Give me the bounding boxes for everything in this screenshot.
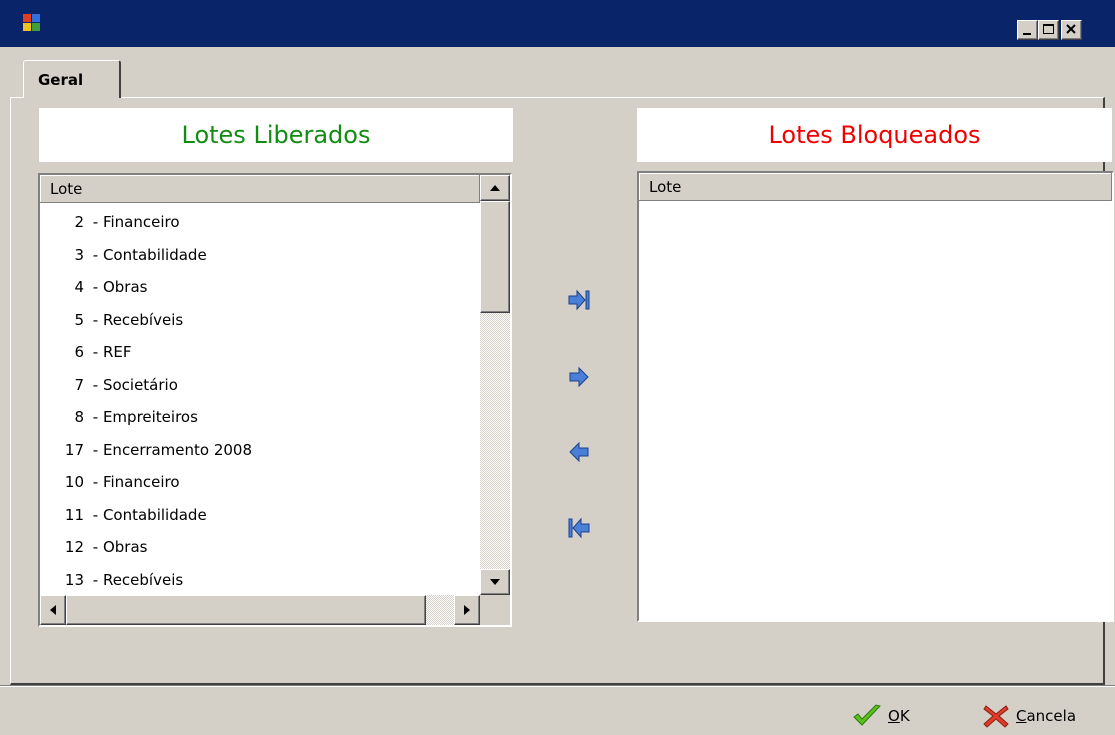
arrow-left-icon (50, 605, 56, 615)
cancel-x-icon (983, 705, 1009, 728)
lote-name: Empreiteiros (102, 408, 198, 426)
lote-number: 6 (74, 343, 84, 361)
move-left-icon[interactable] (567, 440, 591, 464)
lote-name: Recebíveis (102, 570, 184, 589)
lote-number: 13 (64, 570, 84, 589)
horizontal-scroll-thumb[interactable] (66, 595, 426, 625)
lote-number: 11 (64, 505, 84, 524)
lote-number: 17 (64, 440, 84, 459)
arrow-up-icon (490, 185, 500, 191)
move-right-icon[interactable] (567, 365, 591, 389)
lote-name: Contabilidade (102, 245, 207, 264)
lote-name: Financeiro (102, 213, 180, 231)
lote-name: Obras (102, 278, 148, 296)
window-client: Geral Lotes Liberados Lotes Bloqueados L… (0, 47, 1115, 735)
lotes-bloqueados-title: Lotes Bloqueados (637, 108, 1112, 162)
tab-panel-geral: Lotes Liberados Lotes Bloqueados Lote 2 … (10, 97, 1114, 685)
list-item[interactable]: 7 - Societário (40, 369, 480, 402)
footer-separator (0, 685, 1115, 687)
arrow-down-icon (490, 579, 500, 585)
app-icon (23, 14, 40, 31)
lote-number: 12 (64, 538, 84, 556)
list-item[interactable]: 11 - Contabilidade (40, 499, 480, 532)
lote-name: Encerramento 2008 (102, 440, 253, 459)
list-item[interactable]: 10 - Financeiro (40, 466, 480, 499)
title-bar (0, 0, 1115, 47)
list-item[interactable]: 4 - Obras (40, 271, 480, 304)
scroll-down-button[interactable] (480, 569, 510, 595)
minimize-button[interactable] (1017, 20, 1038, 40)
lotes-liberados-rows: 2 - Financeiro 3 - Contabilidade 4 - Obras… (40, 206, 480, 596)
move-all-left-icon[interactable] (567, 516, 591, 540)
list-item[interactable]: 5 - Recebíveis (40, 304, 480, 337)
list-item[interactable]: 6 - REF (40, 336, 480, 369)
list-item[interactable]: 8 - Empreiteiros (40, 401, 480, 434)
close-icon (1066, 24, 1076, 34)
maximize-icon (1043, 24, 1054, 34)
list-item[interactable]: 17 - Encerramento 2008 (40, 434, 480, 467)
lotes-liberados-list[interactable]: Lote 2 - Financeiro 3 - Contabilidade 4 - … (38, 173, 512, 627)
checkmark-icon (853, 704, 881, 726)
lote-name: Contabilidade (102, 505, 207, 524)
list-item[interactable]: 2 - Financeiro (40, 206, 480, 239)
close-button[interactable] (1061, 20, 1082, 40)
lote-number: 5 (74, 310, 84, 329)
lote-number: 10 (64, 473, 84, 491)
lote-number: 4 (74, 278, 84, 296)
lote-number: 7 (74, 375, 84, 394)
scroll-left-button[interactable] (40, 595, 66, 625)
lotes-bloqueados-list[interactable]: Lote (637, 171, 1114, 622)
tab-geral[interactable]: Geral (23, 60, 121, 98)
move-all-right-icon[interactable] (567, 288, 591, 312)
lote-name: Recebíveis (102, 310, 184, 329)
horizontal-scrollbar[interactable] (40, 595, 480, 625)
lote-number: 2 (74, 213, 84, 231)
vertical-scroll-thumb[interactable] (480, 201, 510, 313)
lote-name: REF (102, 343, 132, 361)
maximize-button[interactable] (1038, 20, 1059, 40)
tab-label: Geral (38, 71, 84, 89)
column-header-lote-right[interactable]: Lote (639, 173, 1112, 201)
list-item[interactable]: 13 - Recebíveis (40, 564, 480, 597)
ok-button[interactable]: OK (852, 702, 910, 730)
scroll-up-button[interactable] (480, 175, 510, 201)
arrow-right-icon (464, 605, 470, 615)
minimize-icon (1023, 33, 1031, 35)
lote-number: 3 (74, 245, 84, 264)
list-item[interactable]: 3 - Contabilidade (40, 239, 480, 272)
lote-name: Societário (102, 375, 178, 394)
lote-name: Financeiro (102, 473, 180, 491)
lotes-liberados-title: Lotes Liberados (39, 108, 513, 162)
lote-number: 8 (74, 408, 84, 426)
list-item[interactable]: 12 - Obras (40, 531, 480, 564)
vertical-scrollbar[interactable] (480, 175, 510, 595)
column-header-lote[interactable]: Lote (40, 175, 480, 203)
scrollbar-corner (480, 595, 510, 625)
scroll-right-button[interactable] (454, 595, 480, 625)
lote-name: Obras (102, 538, 148, 556)
cancel-button[interactable]: Cancela (982, 702, 1076, 730)
